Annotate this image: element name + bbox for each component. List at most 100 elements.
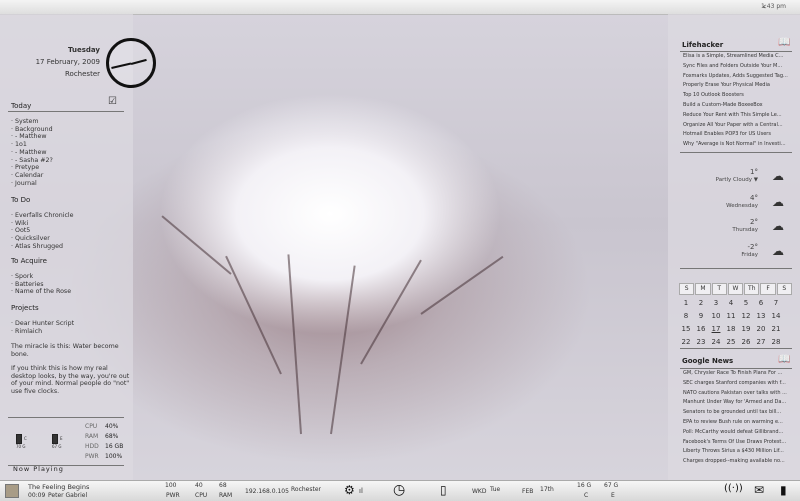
feed-item[interactable]: Foxmarks Updates, Adds Suggested Tag...	[683, 72, 793, 82]
feed-item[interactable]: Elisa is a Simple, Streamlined Media C..…	[683, 52, 793, 62]
book-icon[interactable]: 📖	[778, 354, 790, 365]
list-item: · - Matthew	[11, 133, 47, 141]
calendar-day[interactable]: 1	[679, 297, 693, 310]
acquire-title: To Acquire	[11, 257, 47, 265]
ram-label: RAM	[219, 492, 233, 499]
wireless-icon[interactable]: ((·))	[724, 483, 743, 494]
feed-item[interactable]: Poll: McCarthy would defeat Gillibrand..…	[683, 428, 793, 438]
gear-icon[interactable]: ⚙	[344, 483, 355, 497]
list-item: · 1o1	[11, 141, 27, 149]
calendar-header: S M T W Th F S	[679, 283, 793, 297]
calendar-day[interactable]: 3	[709, 297, 723, 310]
list-item: · Batteries	[11, 280, 44, 288]
calendar-day[interactable]: 10	[709, 310, 723, 323]
projects-list: · Dear Hunter Script · Rimlaich	[11, 320, 74, 335]
feed-item[interactable]: Charges dropped--making available no...	[683, 457, 793, 467]
calendar-day[interactable]: 12	[739, 310, 753, 323]
drive-c: C 70 G	[16, 434, 27, 449]
calendar-day[interactable]: 16	[694, 323, 708, 336]
stat-label: RAM	[85, 433, 99, 440]
drive-icon	[52, 434, 58, 444]
cpu-value: 40	[195, 482, 203, 489]
snow-cloud-icon: ☁	[772, 219, 784, 233]
feed-item[interactable]: Properly Erase Your Physical Media	[683, 81, 793, 91]
left-sidebar: Tuesday 17 February, 2009 Rochester Toda…	[0, 14, 156, 480]
calendar-day[interactable]: 4	[724, 297, 738, 310]
list-item: · Dear Hunter Script	[11, 320, 75, 327]
feed-item[interactable]: Facebook's Terms Of Use Draws Protest...	[683, 438, 793, 448]
feed-item[interactable]: GM, Chrysler Race To Finish Plans For ..…	[683, 369, 793, 379]
disk-e-value: 67 G	[604, 482, 619, 489]
speaker-icon[interactable]: ▮	[780, 483, 787, 497]
calendar-day[interactable]: 6	[754, 297, 768, 310]
calendar-day[interactable]: 18	[724, 323, 738, 336]
feed-item[interactable]: Sync Files and Folders Outside Your M...	[683, 62, 793, 72]
list-item: · - Matthew	[11, 148, 47, 156]
feed-item[interactable]: Senators to be grounded until tax bill..…	[683, 408, 793, 418]
lifehacker-title[interactable]: Lifehacker	[682, 41, 723, 49]
feed-item[interactable]: EPA to review Bush rule on warming e...	[683, 418, 793, 428]
calendar-day[interactable]: 21	[769, 323, 783, 336]
feed-item[interactable]: Why "Average is Not Normal" in Investi..…	[683, 140, 793, 150]
calendar-day[interactable]: 13	[754, 310, 768, 323]
list-item: · Wiki	[11, 219, 29, 227]
wallpaper-stem	[287, 254, 302, 435]
list-item: · Pretype	[11, 164, 40, 172]
weather-condition: Partly Cloudy ▼	[715, 177, 758, 183]
wallpaper-stem	[161, 215, 232, 275]
mail-icon[interactable]: ✉	[754, 483, 764, 497]
feed-item[interactable]: Manhunt Under Way for 'Armed and Da...	[683, 398, 793, 408]
calendar-widget: S M T W Th F S 1 2 3 4 5 6 7 8 9 10 11 1…	[679, 283, 793, 349]
list-item: · Calendar	[11, 171, 44, 179]
calendar-day-today[interactable]: 17	[709, 323, 723, 336]
calendar-day[interactable]: 9	[694, 310, 708, 323]
checkbox-icon[interactable]: ☑	[108, 96, 117, 107]
weather-day-name: Friday	[741, 252, 758, 258]
phone-icon[interactable]: ▯	[440, 483, 447, 497]
calendar-day[interactable]: 19	[739, 323, 753, 336]
feed-item[interactable]: Liberty Throws Sirius a $430 Million Lif…	[683, 447, 793, 457]
book-icon[interactable]: 📖	[778, 37, 790, 48]
projects-title: Projects	[11, 304, 39, 312]
month-label: FEB	[522, 488, 534, 495]
weekday-label: T	[711, 283, 727, 295]
full-date: 17 February, 2009	[35, 58, 100, 66]
feed-item[interactable]: Top 10 Outlook Boosters	[683, 91, 793, 101]
feed-item[interactable]: Build a Custom-Made BoxeeBox	[683, 101, 793, 111]
weekday-label: W	[727, 283, 744, 295]
list-item: · Atlas Shrugged	[11, 242, 63, 250]
feed-item[interactable]: SEC charges Stanford companies with f...	[683, 379, 793, 389]
calendar-day[interactable]: 5	[739, 297, 753, 310]
snow-cloud-icon: ☁	[772, 195, 784, 209]
weekday-label: WKD	[472, 488, 487, 495]
weather-temp: 1°	[750, 168, 758, 176]
clock-icon[interactable]: ◷	[393, 482, 405, 498]
stat-value: 16 GB	[105, 443, 124, 450]
stat-value: 68%	[105, 433, 119, 440]
weather-temp: 4°	[750, 194, 758, 202]
calendar-day[interactable]: 20	[754, 323, 768, 336]
weather-day-name: Thursday	[732, 227, 758, 233]
list-item: · Name of the Rose	[11, 288, 72, 296]
calendar-day[interactable]: 8	[679, 310, 693, 323]
feed-item[interactable]: Organize All Your Paper with a Central..…	[683, 121, 793, 131]
todo-list: · Everfalls Chronicle · Wiki · Oot5 · Qu…	[11, 212, 74, 251]
weekday-label: S	[679, 283, 695, 295]
album-art[interactable]	[5, 484, 19, 498]
stat-ram: RAM 68%	[85, 432, 118, 442]
calendar-day[interactable]: 2	[694, 297, 708, 310]
calendar-day[interactable]: 15	[679, 323, 693, 336]
feed-item[interactable]: NATO cautions Pakistan over talks with .…	[683, 389, 793, 399]
calendar-day[interactable]: 11	[724, 310, 738, 323]
calendar-day[interactable]: 14	[769, 310, 783, 323]
divider	[680, 152, 792, 153]
clock-minute-hand	[111, 63, 132, 69]
cpu-label: CPU	[195, 492, 208, 499]
feed-item[interactable]: Reduce Your Rent with This Simple Le...	[683, 111, 793, 121]
date-block: Tuesday 17 February, 2009 Rochester	[30, 44, 100, 80]
feed-item[interactable]: Hotmail Enables POP3 for US Users	[683, 130, 793, 140]
google-news-title[interactable]: Google News	[682, 357, 733, 365]
pwr-label: PWR	[166, 492, 180, 499]
calendar-day[interactable]: 7	[769, 297, 783, 310]
wallpaper-stem	[330, 265, 356, 435]
